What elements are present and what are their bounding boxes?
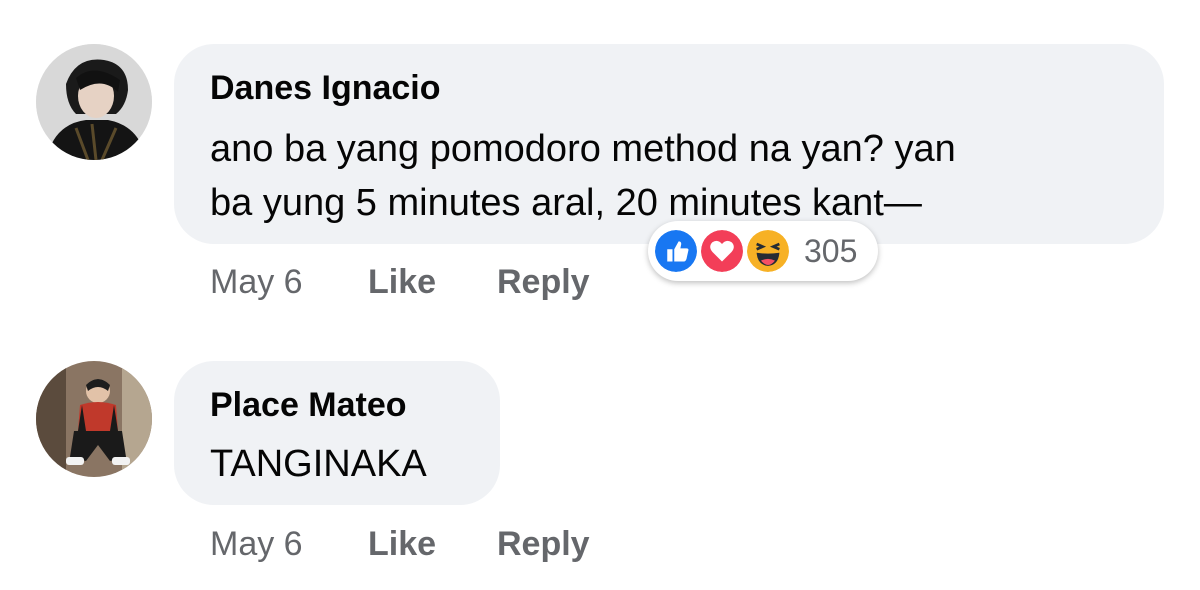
reply-button[interactable]: Reply [497, 262, 590, 302]
avatar-photo-danes [36, 44, 152, 160]
avatar[interactable] [36, 361, 152, 477]
reaction-count: 305 [804, 233, 858, 269]
love-icon [698, 227, 746, 275]
reply-button[interactable]: Reply [497, 524, 590, 564]
comment-timestamp[interactable]: May 6 [210, 524, 303, 564]
avatar-photo-place [36, 361, 152, 477]
like-button[interactable]: Like [368, 524, 436, 564]
like-icon [652, 227, 700, 275]
like-button[interactable]: Like [368, 262, 436, 302]
haha-icon [744, 227, 792, 275]
comment-author[interactable]: Place Mateo [210, 385, 407, 425]
comment-timestamp[interactable]: May 6 [210, 262, 303, 302]
comment-text-line-1: TANGINAKA [210, 443, 427, 485]
comment-bubble: Place Mateo TANGINAKA [174, 361, 500, 505]
comment-bubble: Danes Ignacio ano ba yang pomodoro metho… [174, 44, 1164, 244]
reactions-summary[interactable]: 305 [648, 221, 878, 281]
comment-author[interactable]: Danes Ignacio [210, 68, 441, 108]
avatar[interactable] [36, 44, 152, 160]
comment-text-line-1: ano ba yang pomodoro method na yan? yan [210, 128, 956, 170]
